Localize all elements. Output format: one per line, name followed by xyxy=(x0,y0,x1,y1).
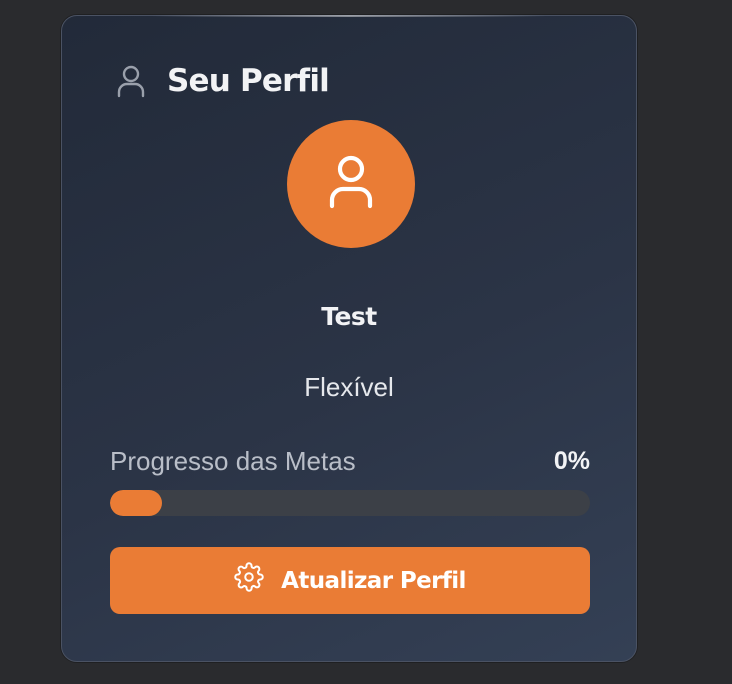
card-header: Seu Perfil xyxy=(115,61,330,101)
plan-label: Flexível xyxy=(304,372,394,402)
gear-icon xyxy=(234,561,264,592)
profile-card: Seu Perfil Test Flexível Progresso das M… xyxy=(61,15,637,662)
user-name: Test xyxy=(321,302,377,331)
update-profile-button[interactable]: Atualizar Perfil xyxy=(110,547,590,614)
progress-header: Progresso das Metas 0% xyxy=(110,446,590,477)
update-profile-button-label: Atualizar Perfil xyxy=(281,567,466,594)
progress-bar-fill xyxy=(110,490,162,516)
card-title: Seu Perfil xyxy=(167,63,330,99)
progress-bar xyxy=(110,490,590,516)
user-icon xyxy=(326,154,376,215)
progress-label: Progresso das Metas xyxy=(110,446,356,476)
progress-value: 0% xyxy=(553,447,590,475)
user-icon xyxy=(115,63,147,99)
avatar xyxy=(287,120,415,248)
